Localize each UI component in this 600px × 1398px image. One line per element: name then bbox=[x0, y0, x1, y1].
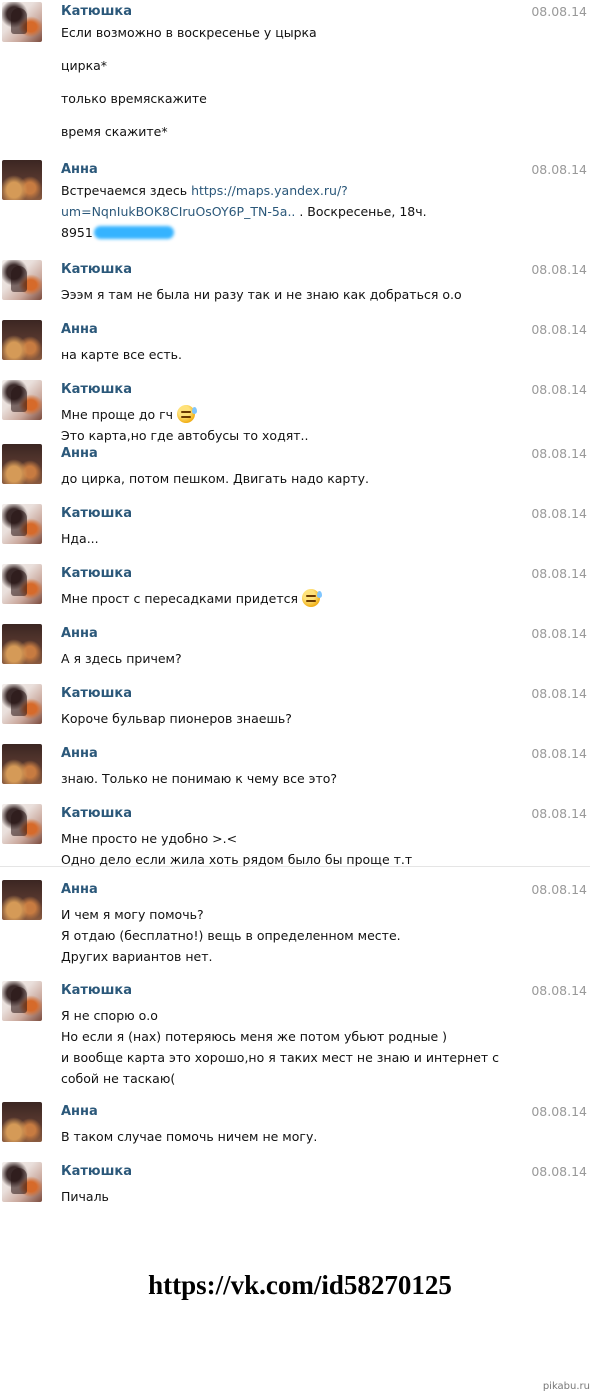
author-name[interactable]: Катюшка bbox=[61, 262, 132, 277]
author-name[interactable]: Катюшка bbox=[61, 983, 132, 998]
author-name[interactable]: Катюшка bbox=[61, 1164, 132, 1179]
author-name[interactable]: Катюшка bbox=[61, 686, 132, 701]
vk-profile-link[interactable]: https://vk.com/id58270125 bbox=[0, 1270, 600, 1301]
message-text: Мне проще до гч Это карта,но где автобус… bbox=[61, 405, 309, 443]
redacted-phone bbox=[93, 226, 174, 239]
message-text: Короче бульвар пионеров знаешь? bbox=[61, 711, 292, 726]
message-date: 08.08.14 bbox=[531, 746, 587, 761]
message-date: 08.08.14 bbox=[531, 983, 587, 998]
message-date: 08.08.14 bbox=[531, 686, 587, 701]
sweat-smile-emoji-icon bbox=[302, 589, 322, 607]
avatar-anna[interactable] bbox=[2, 624, 42, 664]
message-date: 08.08.14 bbox=[531, 162, 587, 177]
message-text: Если возможно в воскресенье у цырка цирк… bbox=[61, 25, 317, 139]
avatar-anna[interactable] bbox=[2, 1102, 42, 1142]
message-text: Я не спорю о.о Но если я (нах) потеряюсь… bbox=[61, 1008, 500, 1086]
author-name[interactable]: Анна bbox=[61, 882, 98, 897]
phone-number: 8951 bbox=[61, 225, 93, 240]
message-text: знаю. Только не понимаю к чему все это? bbox=[61, 771, 338, 786]
message-date: 08.08.14 bbox=[531, 382, 587, 397]
sweat-smile-emoji-icon bbox=[177, 405, 198, 423]
message-text: И чем я могу помочь? Я отдаю (бесплатно!… bbox=[61, 907, 401, 964]
author-name[interactable]: Анна bbox=[61, 626, 98, 641]
author-name[interactable]: Катюшка bbox=[61, 806, 132, 821]
author-name[interactable]: Катюшка bbox=[61, 4, 132, 19]
day-separator bbox=[0, 866, 590, 867]
avatar-katyushka[interactable] bbox=[2, 684, 42, 724]
message-date: 08.08.14 bbox=[531, 806, 587, 821]
message-text: Встречаемся здесь https://maps.yandex.ru… bbox=[61, 183, 427, 240]
author-name[interactable]: Анна bbox=[61, 446, 98, 461]
message-date: 08.08.14 bbox=[531, 882, 587, 897]
message-date: 08.08.14 bbox=[531, 322, 587, 337]
author-name[interactable]: Катюшка bbox=[61, 506, 132, 521]
message-date: 08.08.14 bbox=[531, 566, 587, 581]
avatar-anna[interactable] bbox=[2, 160, 42, 200]
avatar-katyushka[interactable] bbox=[2, 2, 42, 42]
author-name[interactable]: Анна bbox=[61, 322, 98, 337]
avatar-katyushka[interactable] bbox=[2, 504, 42, 544]
message-date: 08.08.14 bbox=[531, 1104, 587, 1119]
message-date: 08.08.14 bbox=[531, 626, 587, 641]
avatar-katyushka[interactable] bbox=[2, 804, 42, 844]
message-text: А я здесь причем? bbox=[61, 651, 182, 666]
message-text: на карте все есть. bbox=[61, 347, 182, 362]
author-name[interactable]: Анна bbox=[61, 1104, 98, 1119]
author-name[interactable]: Катюшка bbox=[61, 382, 132, 397]
avatar-anna[interactable] bbox=[2, 880, 42, 920]
message-text: Пичаль bbox=[61, 1189, 109, 1204]
message-text: до цирка, потом пешком. Двигать надо кар… bbox=[61, 471, 370, 486]
map-link[interactable]: https://maps.yandex.ru/? bbox=[191, 183, 348, 198]
message-text: Мне прост с пересадками придется bbox=[61, 588, 531, 609]
avatar-katyushka[interactable] bbox=[2, 564, 42, 604]
avatar-katyushka[interactable] bbox=[2, 260, 42, 300]
author-name[interactable]: Анна bbox=[61, 746, 98, 761]
message-date: 08.08.14 bbox=[531, 506, 587, 521]
avatar-anna[interactable] bbox=[2, 320, 42, 360]
avatar-katyushka[interactable] bbox=[2, 981, 42, 1021]
message-text: Мне просто не удобно >.< Одно дело если … bbox=[61, 831, 413, 867]
message-text: Эээм я там не была ни разу так и не знаю… bbox=[61, 287, 462, 302]
message-date: 08.08.14 bbox=[531, 4, 587, 19]
message-date: 08.08.14 bbox=[531, 1164, 587, 1179]
map-link-continued[interactable]: um=NqnIukBOK8CIruOsOY6P_TN-5a.. bbox=[61, 204, 295, 219]
message-text: В таком случае помочь ничем не могу. bbox=[61, 1129, 318, 1144]
avatar-anna[interactable] bbox=[2, 444, 42, 484]
avatar-katyushka[interactable] bbox=[2, 1162, 42, 1202]
watermark: pikabu.ru bbox=[542, 1381, 590, 1392]
avatar-anna[interactable] bbox=[2, 744, 42, 784]
message-text: Нда... bbox=[61, 531, 99, 546]
author-name[interactable]: Катюшка bbox=[61, 566, 132, 581]
message-date: 08.08.14 bbox=[531, 446, 587, 461]
message-date: 08.08.14 bbox=[531, 262, 587, 277]
avatar-katyushka[interactable] bbox=[2, 380, 42, 420]
author-name[interactable]: Анна bbox=[61, 162, 98, 177]
